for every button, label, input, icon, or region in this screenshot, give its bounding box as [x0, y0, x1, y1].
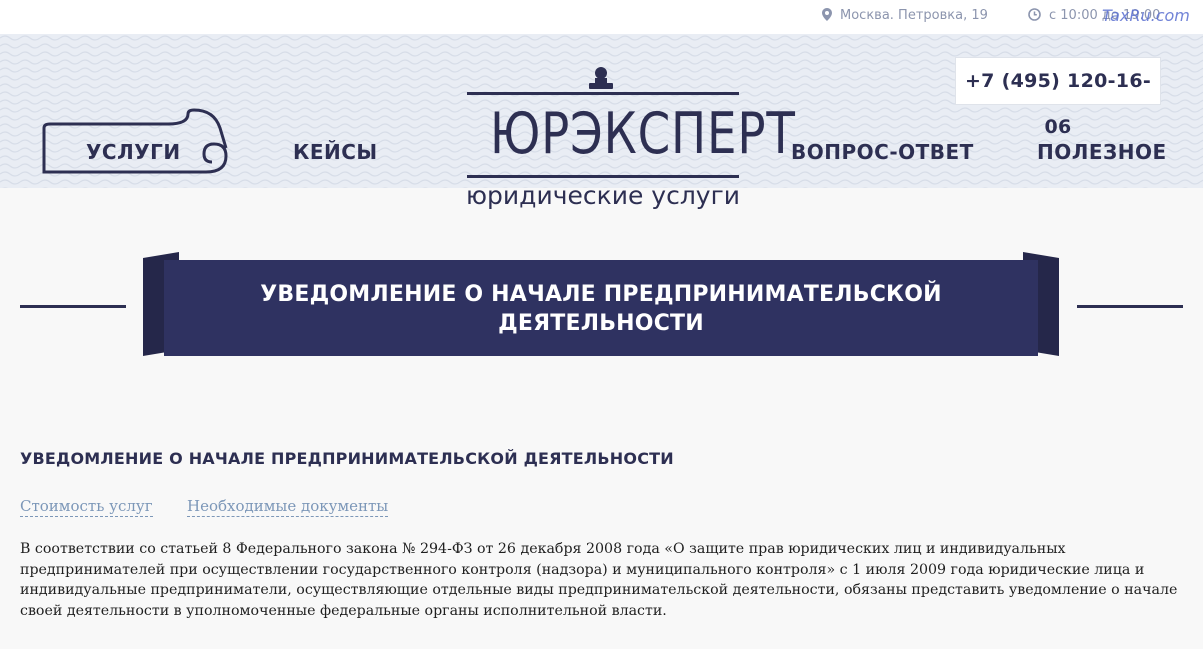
top-info-bar: Москва. Петровка, 19 с 10:00 до 19:00 Ta…	[0, 0, 1203, 34]
watermark: TaxRu.com	[1102, 6, 1190, 25]
logo-subtitle: юридические услуги	[466, 181, 740, 210]
content-heading: УВЕДОМЛЕНИЕ О НАЧАЛЕ ПРЕДПРИНИМАТЕЛЬСКОЙ…	[20, 449, 674, 468]
clock-icon	[1028, 8, 1041, 25]
address: Москва. Петровка, 19	[822, 8, 988, 25]
nav-faq[interactable]: ВОПРОС-ОТВЕТ	[791, 140, 974, 164]
logo-title[interactable]: ЮРЭКСПЕРТ	[490, 98, 795, 170]
stamp-icon	[589, 67, 613, 89]
nav-services[interactable]: УСЛУГИ	[86, 140, 181, 164]
nav-useful[interactable]: ПОЛЕЗНОЕ	[1037, 140, 1167, 164]
banner-rule-right	[1077, 305, 1183, 308]
nav-cases[interactable]: КЕЙСЫ	[293, 140, 378, 164]
phone-number[interactable]: +7 (495) 120-16-06	[955, 57, 1161, 138]
banner-rule-left	[20, 305, 126, 308]
banner-title: УВЕДОМЛЕНИЕ О НАЧАЛЕ ПРЕДПРИНИМАТЕЛЬСКОЙ…	[260, 282, 942, 336]
logo-rule-bottom	[467, 175, 739, 178]
intro-paragraph: В соответствии со статьей 8 Федерального…	[20, 541, 1178, 619]
map-pin-icon	[822, 8, 832, 25]
address-text: Москва. Петровка, 19	[840, 8, 988, 23]
logo-rule-top	[467, 92, 739, 95]
tab-service-cost[interactable]: Стоимость услуг	[20, 497, 153, 517]
tab-required-documents[interactable]: Необходимые документы	[187, 497, 389, 517]
